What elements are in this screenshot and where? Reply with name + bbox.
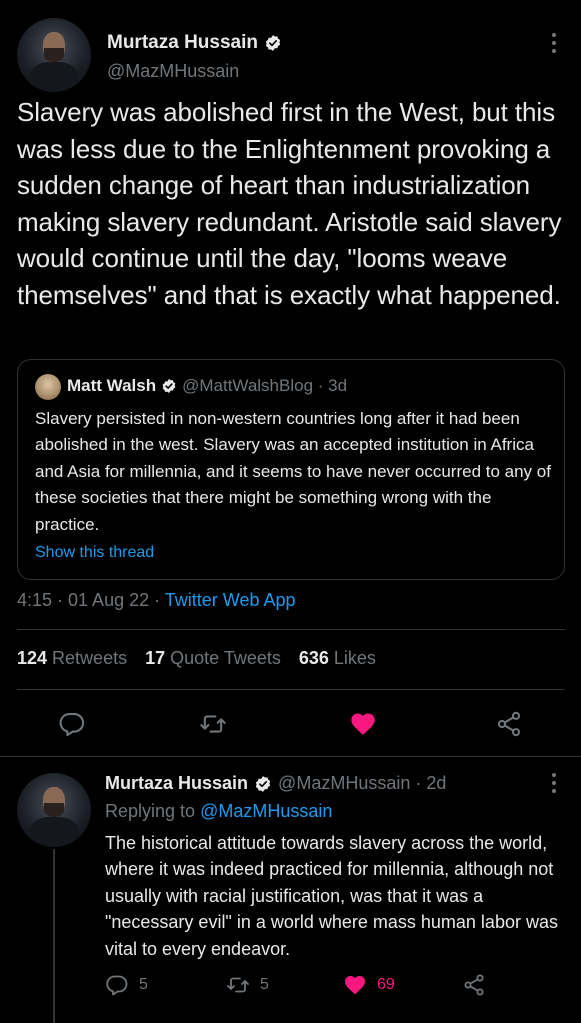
tweet-actions [0,706,581,740]
quoted-author-row: Matt Walsh @MattWalshBlog · 3d [67,376,347,396]
heart-icon[interactable] [349,710,377,738]
tweet-timestamp[interactable]: 4:15 · 01 Aug 22 · [17,590,165,610]
reply-author-name[interactable]: Murtaza Hussain [105,773,248,794]
reply-icon[interactable] [58,710,86,738]
retweet-action[interactable]: 5 [226,973,269,997]
like-action[interactable]: 69 [343,973,395,997]
retweet-icon[interactable] [199,710,227,738]
reply-icon [106,975,128,996]
reply-author-avatar[interactable] [17,773,91,847]
author-name[interactable]: Murtaza Hussain [107,32,258,54]
reply-action[interactable]: 5 [105,973,148,997]
like-count: 69 [377,976,395,993]
more-icon[interactable] [551,773,557,793]
tweet-text: Slavery was abolished first in the West,… [17,97,562,310]
reply-author-row: Murtaza Hussain @MazMHussain · 2d [105,773,446,794]
more-icon[interactable] [551,33,557,53]
share-icon[interactable] [495,710,523,738]
author-handle[interactable]: @MazMHussain [107,61,239,82]
tweet-stats: 124 Retweets 17 Quote Tweets 636 Likes [17,648,376,669]
show-thread-link[interactable]: Show this thread [35,544,154,562]
share-action[interactable] [462,973,486,997]
retweet-icon [227,977,249,993]
quoted-tweet-text: Slavery persisted in non-western countri… [35,409,551,534]
verified-badge-icon [255,775,271,792]
quoted-author-handle: @MattWalshBlog · 3d [182,376,348,395]
quote-tweets-stat[interactable]: 17 Quote Tweets [145,648,281,669]
reply-actions: 5 5 69 [0,973,581,1001]
author-avatar[interactable] [17,18,91,92]
tweet-source[interactable]: Twitter Web App [165,590,296,610]
divider [17,629,565,630]
replying-to: Replying to @MazMHussain [105,801,333,821]
quoted-author-name[interactable]: Matt Walsh [67,376,156,396]
author-name-row: Murtaza Hussain [107,32,282,54]
likes-stat[interactable]: 636 Likes [299,648,376,669]
share-icon [464,974,484,996]
reply-tweet[interactable]: Murtaza Hussain @MazMHussain · 2d Replyi… [0,757,581,1023]
verified-badge-icon [265,35,281,51]
retweets-stat[interactable]: 124 Retweets [17,648,127,669]
reply-tweet-text: The historical attitude towards slavery … [105,833,558,959]
retweet-count: 5 [260,976,269,993]
verified-badge-icon [162,379,176,393]
reply-author-handle[interactable]: @MazMHussain · 2d [278,773,446,794]
quoted-tweet[interactable]: Matt Walsh @MattWalshBlog · 3d Slavery p… [17,359,565,580]
tweet-metadata: 4:15 · 01 Aug 22 · Twitter Web App [17,590,296,611]
replying-to-mention[interactable]: @MazMHussain [200,801,332,821]
heart-icon [345,976,365,995]
reply-count: 5 [139,976,148,993]
divider [17,689,565,690]
quoted-author-avatar[interactable] [35,374,61,400]
